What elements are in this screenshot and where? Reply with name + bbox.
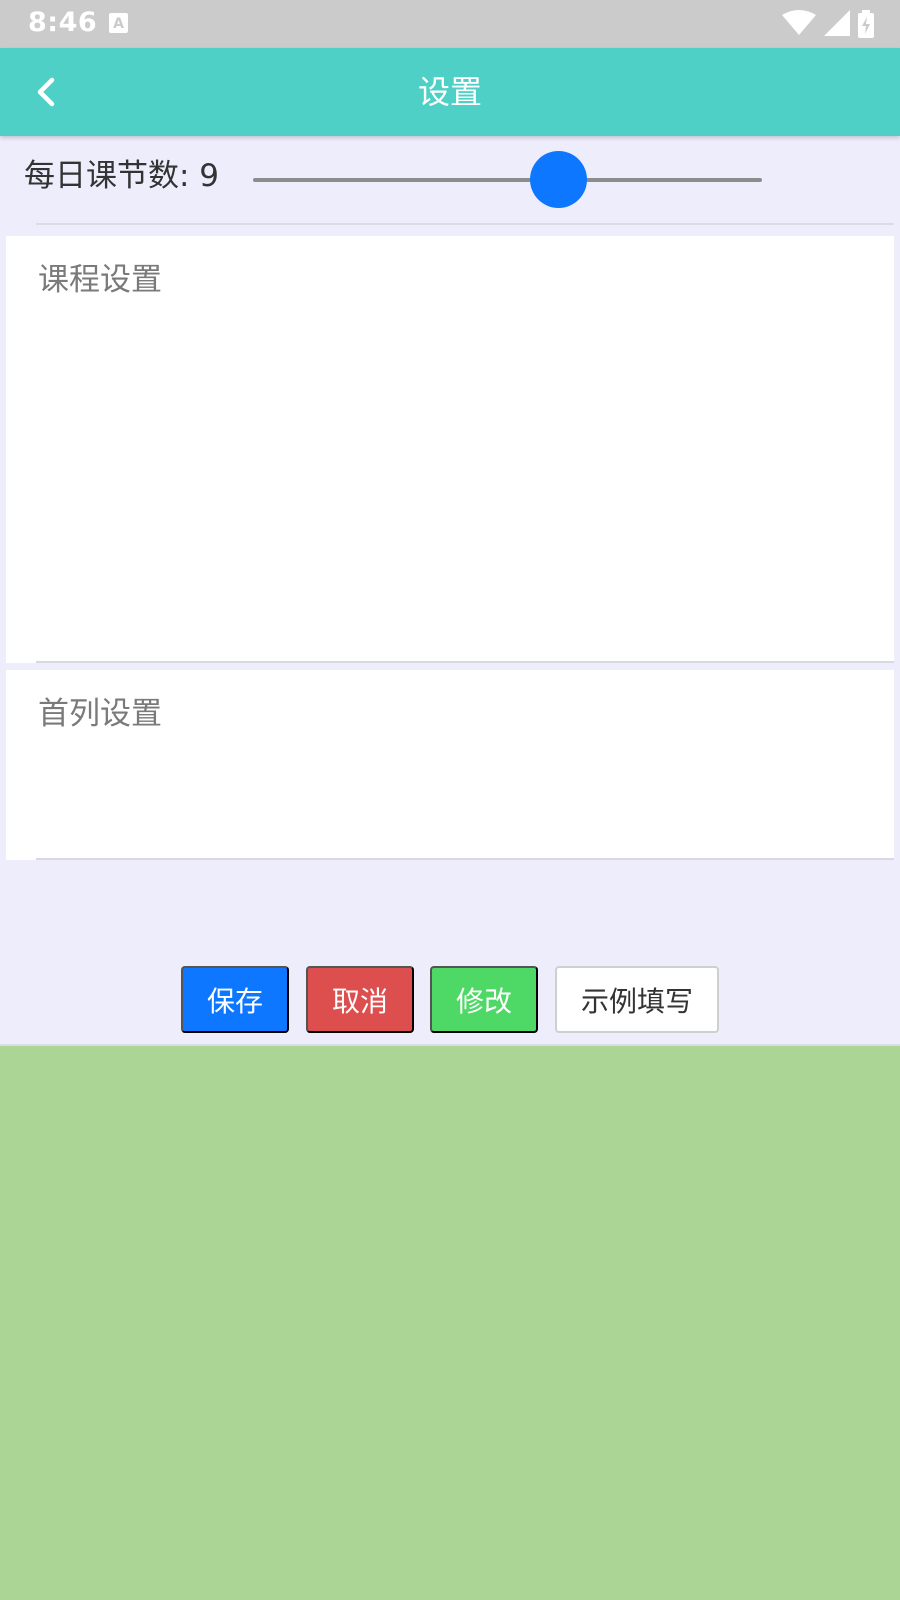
cancel-button[interactable]: 取消 — [306, 966, 414, 1033]
save-button[interactable]: 保存 — [181, 966, 289, 1033]
settings-content: 每日课节数: 9 课程设置 首列设置 保存 取消 修改 示例填写 — [0, 136, 900, 1046]
course-settings-underline — [36, 661, 894, 663]
edit-button[interactable]: 修改 — [430, 966, 538, 1033]
status-bar: 8:46 A — [0, 0, 900, 48]
first-column-settings-underline — [36, 858, 894, 860]
course-settings-input[interactable] — [36, 236, 894, 663]
slider-thumb[interactable] — [530, 151, 588, 208]
divider — [36, 223, 894, 225]
example-fill-button[interactable]: 示例填写 — [555, 966, 719, 1033]
page-title: 设置 — [417, 73, 482, 111]
lessons-per-day-slider[interactable] — [253, 151, 762, 208]
a-notification-icon: A — [109, 13, 128, 33]
status-time: 8:46 — [28, 7, 98, 38]
course-settings-label: 课程设置 — [38, 262, 162, 298]
footer-area — [0, 1046, 900, 1600]
action-buttons: 保存 取消 修改 示例填写 — [0, 966, 900, 1034]
app-bar: 设置 — [0, 48, 900, 136]
battery-charging-icon — [858, 10, 874, 38]
back-button[interactable] — [22, 68, 70, 116]
wifi-icon — [782, 10, 816, 35]
first-column-settings-input[interactable] — [36, 670, 894, 860]
signal-icon — [824, 10, 850, 36]
course-settings-panel: 课程设置 — [6, 236, 894, 663]
first-column-settings-panel: 首列设置 — [6, 670, 894, 860]
lessons-per-day-label: 每日课节数: 9 — [24, 158, 220, 194]
chevron-left-icon — [37, 77, 55, 107]
lessons-per-day-row: 每日课节数: 9 — [0, 136, 900, 226]
svg-text:A: A — [113, 16, 124, 32]
first-column-settings-label: 首列设置 — [38, 696, 162, 732]
